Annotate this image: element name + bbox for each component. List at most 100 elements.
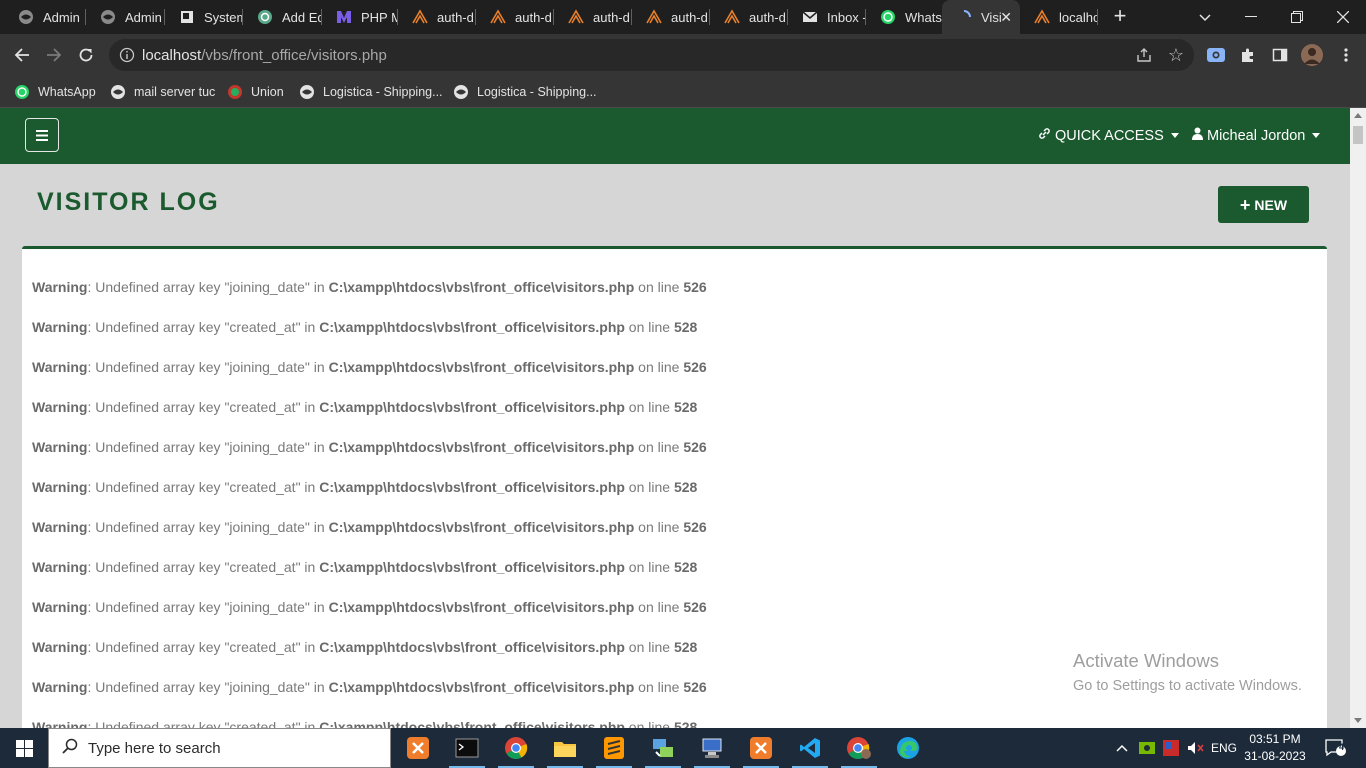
minimize-button[interactable] [1228,0,1274,34]
puzzle-extensions-icon[interactable] [1237,44,1259,66]
tab-whatsapp[interactable]: Whats/ [866,0,942,34]
notification-center-button[interactable]: 4 [1320,728,1352,768]
warning-message: : Undefined array key "created_at" in [87,559,320,575]
profile-avatar[interactable] [1301,44,1323,66]
taskbar-file-explorer[interactable] [541,728,589,768]
new-visitor-button[interactable]: + NEW [1218,186,1309,223]
back-button[interactable] [10,43,34,67]
tab-admin-1[interactable]: Admin [4,0,86,34]
taskbar-edge[interactable] [884,728,932,768]
tab-admin-2[interactable]: Admin [86,0,165,34]
warning-label: Warning [32,279,88,295]
watermark-title: Activate Windows [1073,650,1219,671]
sidebar-toggle-button[interactable] [25,118,59,152]
mail-icon [802,9,818,25]
warning-on-line: on line [634,599,684,615]
warning-line-number: 528 [673,719,698,728]
taskbar-remote-desktop[interactable] [688,728,736,768]
forward-button[interactable] [42,43,66,67]
screen-capture-extension-icon[interactable] [1205,44,1227,66]
side-panel-icon[interactable] [1269,44,1291,66]
taskbar-clock[interactable]: 03:51 PM 31-08-2023 [1240,731,1310,765]
bookmark-star-icon[interactable]: ☆ [1168,45,1184,66]
reload-button[interactable] [74,43,98,67]
bookmark-union[interactable]: Union [227,81,284,103]
address-bar[interactable]: localhost/vbs/front_office/visitors.php … [109,39,1194,71]
new-tab-button[interactable]: + [1110,5,1130,27]
warning-label: Warning [32,679,88,695]
globe-icon [110,84,126,100]
share-icon[interactable] [1136,47,1152,68]
tab-search-button[interactable] [1182,0,1228,34]
warning-file-path: C:\xampp\htdocs\vbs\front_office\visitor… [328,359,635,375]
tab-auth-1[interactable]: auth-d [398,0,476,34]
tab-visitors-active[interactable]: Visi ✕ [942,0,1020,34]
warning-line-number: 526 [683,599,707,615]
scrollbar-thumb[interactable] [1353,126,1363,144]
tab-auth-2[interactable]: auth-d [476,0,554,34]
warning-line-number: 528 [673,319,698,335]
warning-file-path: C:\xampp\htdocs\vbs\front_office\visitor… [328,679,635,695]
tab-title: System [204,9,243,25]
tray-language[interactable]: ENG [1208,728,1240,768]
tab-inbox[interactable]: Inbox - [788,0,866,34]
new-button-label: NEW [1254,196,1288,213]
bookmark-logistica-2[interactable]: Logistica - Shipping... [453,81,597,103]
close-icon[interactable]: ✕ [1000,9,1012,26]
taskbar-xampp[interactable] [394,728,442,768]
close-window-button[interactable] [1320,0,1366,34]
warning-message: : Undefined array key "joining_date" in [87,679,329,695]
taskbar-sublime-text[interactable] [590,728,638,768]
taskbar-vscode[interactable] [786,728,834,768]
taskbar-search[interactable]: Type here to search [48,728,391,768]
warning-label: Warning [32,439,88,455]
tab-title: Whats/ [905,9,942,25]
bookmark-label: mail server tuc [134,85,216,99]
warning-on-line: on line [624,479,674,495]
warning-message: : Undefined array key "joining_date" in [87,279,329,295]
warning-line-number: 526 [683,679,707,695]
tab-title: Visi [981,9,1002,25]
xampp-icon [407,737,429,759]
vertical-scrollbar[interactable] [1350,108,1366,728]
scroll-up-icon[interactable] [1354,113,1362,118]
tab-auth-3[interactable]: auth-d [554,0,632,34]
laravel-icon [412,9,428,25]
info-icon[interactable] [119,47,135,63]
warning-on-line: on line [624,559,674,575]
warning-line: Warning: Undefined array key "joining_da… [32,519,707,535]
bookmark-mail-server[interactable]: mail server tuc [110,81,215,103]
user-menu-dropdown[interactable]: Micheal Jordon [1192,127,1321,144]
search-placeholder: Type here to search [88,739,221,757]
warning-file-path: C:\xampp\htdocs\vbs\front_office\visitor… [328,279,635,295]
scroll-down-icon[interactable] [1354,718,1362,723]
tray-app[interactable] [1161,728,1181,768]
warning-file-path: C:\xampp\htdocs\vbs\front_office\visitor… [319,559,625,575]
warning-label: Warning [32,479,88,495]
warning-on-line: on line [634,679,684,695]
tray-volume[interactable] [1185,728,1207,768]
taskbar-xampp-2[interactable] [737,728,785,768]
quick-access-dropdown[interactable]: QUICK ACCESS [1038,127,1179,144]
bookmark-whatsapp[interactable]: WhatsApp [14,81,96,103]
taskbar-terminal[interactable] [443,728,491,768]
taskbar-chrome-profile[interactable] [835,728,883,768]
browser-toolbar: localhost/vbs/front_office/visitors.php … [0,34,1366,76]
start-button[interactable] [0,728,48,768]
tab-auth-5[interactable]: auth-d [710,0,788,34]
tray-overflow-button[interactable] [1112,728,1132,768]
tab-add-ed[interactable]: Add Ed [243,0,322,34]
tab-system[interactable]: System [165,0,243,34]
warning-line-number: 528 [673,559,698,575]
restore-button[interactable] [1274,0,1320,34]
warning-file-path: C:\xampp\htdocs\vbs\front_office\visitor… [328,519,635,535]
tab-auth-4[interactable]: auth-d [632,0,710,34]
taskbar-chrome[interactable] [492,728,540,768]
tray-nvidia[interactable] [1137,728,1157,768]
bookmark-logistica-1[interactable]: Logistica - Shipping... [299,81,443,103]
kebab-menu-icon[interactable] [1335,44,1357,66]
tab-php[interactable]: PHP M [322,0,398,34]
tab-localhost[interactable]: localhc [1020,0,1098,34]
taskbar-network-tool[interactable] [639,728,687,768]
warning-on-line: on line [634,439,684,455]
